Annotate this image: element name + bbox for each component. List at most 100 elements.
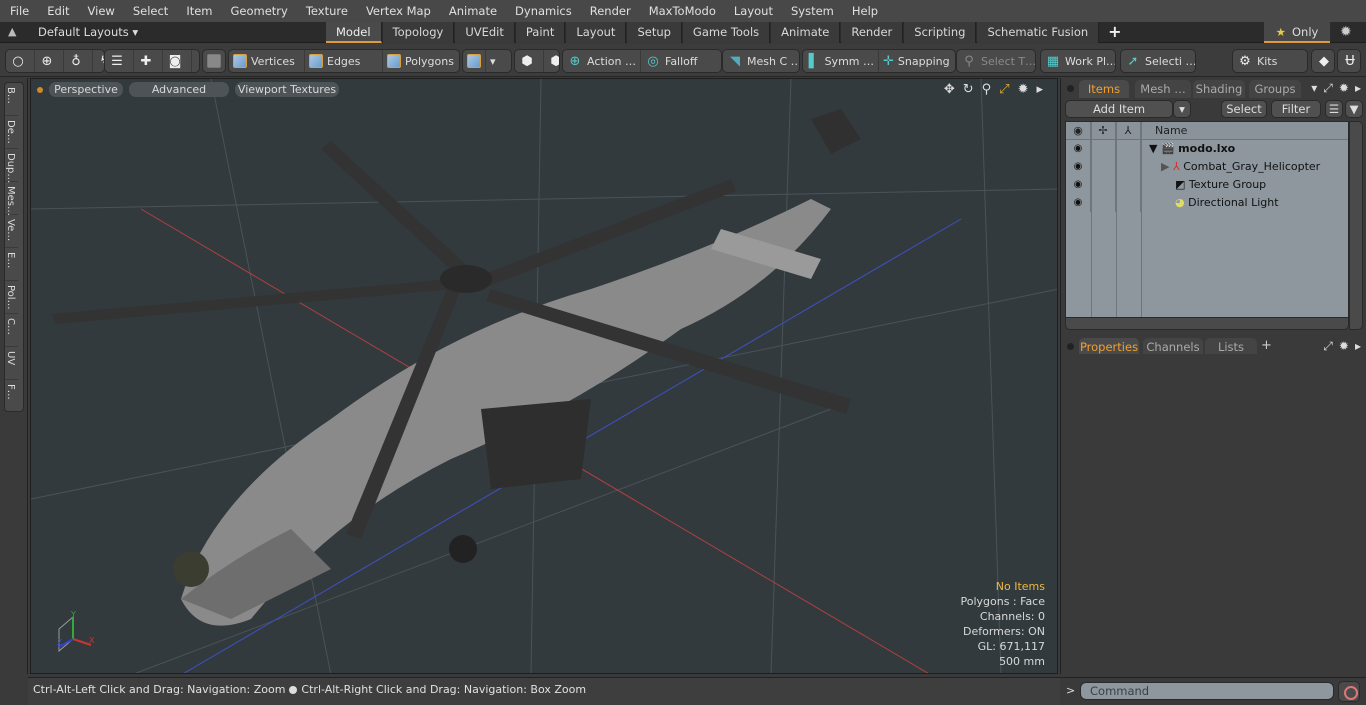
menu-select[interactable]: Select bbox=[123, 4, 176, 18]
default-layouts-dropdown[interactable]: Default Layouts ▾ bbox=[38, 25, 138, 39]
funnel-filter-icon[interactable]: ▼ bbox=[1345, 100, 1363, 118]
horizontal-scrollbar[interactable] bbox=[1065, 318, 1349, 330]
visibility-column-icon[interactable]: ◉ bbox=[1066, 122, 1091, 139]
material-icon[interactable]: ◙ bbox=[163, 50, 192, 72]
cross-icon[interactable]: ✚ bbox=[134, 50, 163, 72]
menu-view[interactable]: View bbox=[78, 4, 123, 18]
zoom-icon[interactable]: ⚲ bbox=[982, 82, 992, 97]
filter-button[interactable]: Filter bbox=[1271, 100, 1321, 118]
eye-icon[interactable]: ◉ bbox=[1066, 194, 1091, 212]
rotate-icon[interactable]: ↻ bbox=[963, 82, 974, 97]
layers-icon[interactable]: ☰ bbox=[105, 50, 134, 72]
type-column-icon[interactable]: ⅄ bbox=[1116, 122, 1141, 139]
only-toggle[interactable]: ★ Only bbox=[1264, 22, 1330, 43]
panel-arrow-icon[interactable]: ▸ bbox=[1355, 81, 1361, 96]
item-cube-icon[interactable] bbox=[203, 50, 225, 72]
panel-arrow-icon[interactable]: ▸ bbox=[1355, 339, 1361, 354]
material-cube-icon[interactable] bbox=[463, 50, 486, 72]
tool-tab-uv[interactable]: UV bbox=[5, 347, 18, 380]
tab-paint[interactable]: Paint bbox=[515, 22, 566, 43]
panel-gear-icon[interactable]: ✹ bbox=[1339, 81, 1349, 96]
falloff-button[interactable]: ◎ Falloff bbox=[641, 50, 721, 72]
menu-help[interactable]: Help bbox=[842, 4, 886, 18]
viewport-textures-dropdown[interactable]: Viewport Textures bbox=[235, 82, 339, 97]
tab-model[interactable]: Model bbox=[326, 22, 382, 43]
maximize-panel-icon[interactable]: ⤢ bbox=[1323, 339, 1333, 354]
menu-vertex-map[interactable]: Vertex Map bbox=[356, 4, 439, 18]
panel-gear-icon[interactable]: ✹ bbox=[1339, 339, 1349, 354]
menu-system[interactable]: System bbox=[781, 4, 842, 18]
mesh-constraint-button[interactable]: ◥ Mesh C … bbox=[723, 50, 799, 72]
menu-animate[interactable]: Animate bbox=[439, 4, 505, 18]
add-item-button[interactable]: Add Item bbox=[1065, 100, 1173, 118]
3d-viewport[interactable]: Perspective Advanced Viewport Textures ✥… bbox=[30, 78, 1058, 674]
expand-icon[interactable]: ▶ bbox=[1161, 160, 1169, 173]
gear-icon[interactable]: ✹ bbox=[1340, 24, 1352, 40]
snapping-button[interactable]: ✛ Snapping bbox=[879, 50, 953, 72]
viewport-settings-icon[interactable]: ✹ bbox=[1018, 82, 1029, 97]
menu-maxtomodo[interactable]: MaxToModo bbox=[639, 4, 724, 18]
tab-schematic-fusion[interactable]: Schematic Fusion bbox=[977, 22, 1100, 43]
tabs-dropdown-icon[interactable]: ▾ bbox=[1311, 81, 1317, 96]
eye-icon[interactable]: ◉ bbox=[1066, 176, 1091, 194]
viewport-menu-dot[interactable] bbox=[37, 87, 43, 93]
maximize-icon[interactable]: ⤢ bbox=[999, 82, 1009, 97]
unity-icon[interactable]: ◆ bbox=[1312, 50, 1334, 72]
menu-render[interactable]: Render bbox=[580, 4, 639, 18]
view-type-dropdown[interactable]: Perspective bbox=[49, 82, 123, 97]
unreal-icon[interactable]: Ʉ bbox=[1338, 50, 1360, 72]
tab-layout[interactable]: Layout bbox=[566, 22, 627, 43]
tab-render[interactable]: Render bbox=[841, 22, 904, 43]
select-through-button[interactable]: ⚲ Select T… bbox=[957, 50, 1035, 72]
eye-icon[interactable]: ◉ bbox=[1066, 158, 1091, 176]
tree-row[interactable]: ◉ ◩ Texture Group bbox=[1066, 176, 1348, 194]
tool-tab-edge[interactable]: E… bbox=[5, 248, 18, 281]
command-input[interactable]: Command bbox=[1080, 682, 1334, 700]
action-center-button[interactable]: ⊕ Action … bbox=[563, 50, 641, 72]
workplane-button[interactable]: ▦ Work Pl… bbox=[1041, 50, 1115, 72]
list-options-icon[interactable]: ☰ bbox=[1325, 100, 1343, 118]
menu-layout[interactable]: Layout bbox=[724, 4, 781, 18]
tab-uvedit[interactable]: UVEdit bbox=[455, 22, 515, 43]
name-column-header[interactable]: Name bbox=[1141, 122, 1187, 139]
circle-select-icon[interactable]: ○ bbox=[6, 50, 35, 72]
pen-tool-icon[interactable]: ♁ bbox=[64, 50, 93, 72]
menu-file[interactable]: File bbox=[0, 4, 37, 18]
tab-mesh[interactable]: Mesh … bbox=[1135, 80, 1191, 98]
tab-scripting[interactable]: Scripting bbox=[904, 22, 977, 43]
tool-tab-polygon[interactable]: Pol… bbox=[5, 281, 18, 314]
center-icon[interactable]: ⬢ bbox=[544, 50, 559, 72]
expand-arrow-icon[interactable]: ▸ bbox=[1036, 82, 1043, 97]
add-tab-button[interactable]: + bbox=[1261, 338, 1272, 353]
eye-icon[interactable]: ◉ bbox=[1066, 140, 1091, 158]
vertices-button[interactable]: Vertices bbox=[229, 50, 305, 72]
menu-dynamics[interactable]: Dynamics bbox=[505, 4, 580, 18]
tree-row[interactable]: ◉ ▶ ⅄ Combat_Gray_Helicopter bbox=[1066, 158, 1348, 176]
expand-icon[interactable]: ▼ bbox=[1149, 142, 1157, 155]
tool-tab-curve[interactable]: C… bbox=[5, 314, 18, 347]
tab-animate[interactable]: Animate bbox=[771, 22, 841, 43]
tool-tab-vertex[interactable]: Ve… bbox=[5, 215, 18, 248]
tab-setup[interactable]: Setup bbox=[627, 22, 682, 43]
selection-sets-button[interactable]: ➚ Selecti … bbox=[1121, 50, 1195, 72]
edges-button[interactable]: Edges bbox=[305, 50, 383, 72]
add-tab-button[interactable]: + bbox=[1100, 22, 1129, 43]
record-macro-button[interactable] bbox=[1338, 681, 1360, 702]
vertical-scrollbar[interactable] bbox=[1349, 121, 1363, 330]
tool-tab-fusion[interactable]: F… bbox=[5, 380, 18, 413]
collapse-up-icon[interactable]: ▲ bbox=[8, 25, 16, 38]
globe-icon[interactable]: ⊕ bbox=[35, 50, 64, 72]
menu-geometry[interactable]: Geometry bbox=[221, 4, 296, 18]
add-item-dropdown[interactable]: ▾ bbox=[1173, 100, 1191, 118]
symmetry-button[interactable]: ▌ Symm … bbox=[803, 50, 879, 72]
tab-items[interactable]: Items bbox=[1079, 80, 1129, 98]
maximize-panel-icon[interactable]: ⤢ bbox=[1323, 81, 1333, 96]
tree-row[interactable]: ◉ ▼ 🎬 modo.lxo bbox=[1066, 140, 1348, 158]
lock-column-icon[interactable]: ✢ bbox=[1091, 122, 1116, 139]
tool-tab-deform[interactable]: De… bbox=[5, 116, 18, 149]
panel-menu-dot[interactable] bbox=[1067, 343, 1074, 350]
tab-game-tools[interactable]: Game Tools bbox=[682, 22, 771, 43]
dial-icon[interactable]: ◔ bbox=[192, 50, 199, 72]
menu-edit[interactable]: Edit bbox=[37, 4, 77, 18]
tab-shading[interactable]: Shading bbox=[1193, 80, 1245, 98]
